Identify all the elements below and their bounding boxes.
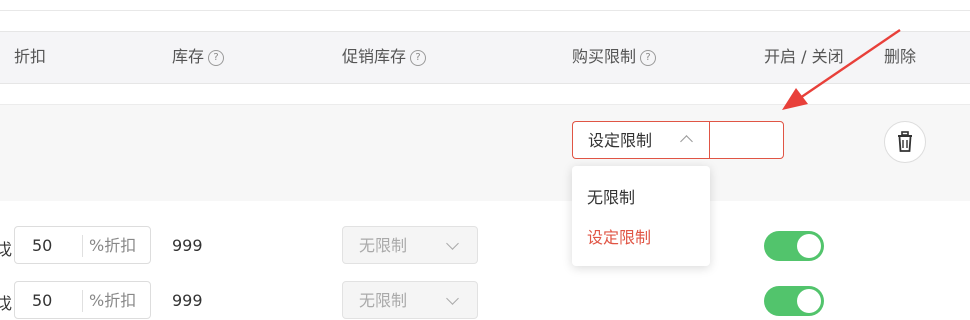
dropdown-option-set-limit[interactable]: 设定限制	[587, 224, 651, 248]
top-divider	[0, 0, 970, 11]
purchase-limit-dropdown: 无限制 设定限制	[572, 166, 710, 266]
col-stock: 库存?	[172, 31, 225, 83]
chevron-up-icon	[680, 135, 693, 148]
col-promo-stock: 促销库存?	[342, 31, 427, 83]
annotation-arrow	[782, 29, 901, 110]
row-cut-text: 戉	[0, 294, 13, 313]
col-discount: 折扣	[14, 47, 47, 66]
discount-input[interactable]: 50 %折扣	[14, 226, 151, 264]
chevron-down-icon	[446, 237, 459, 250]
col-purchase-limit: 购买限制?	[572, 31, 657, 83]
purchase-limit-input[interactable]	[709, 121, 784, 159]
stock-value: 999	[172, 236, 203, 255]
discount-input[interactable]: 50 %折扣	[14, 281, 151, 319]
chevron-down-icon	[446, 292, 459, 305]
stock-value: 999	[172, 291, 203, 310]
row-cut-text: 戉	[0, 240, 13, 259]
help-icon[interactable]: ?	[640, 49, 657, 66]
help-icon[interactable]: ?	[208, 49, 225, 66]
enable-toggle[interactable]	[764, 286, 824, 316]
enable-toggle[interactable]	[764, 231, 824, 261]
trash-icon	[898, 131, 912, 152]
purchase-limit-select-value: 设定限制	[588, 131, 653, 150]
delete-button[interactable]	[884, 121, 926, 163]
purchase-limit-select[interactable]: 设定限制	[572, 121, 709, 159]
batch-edit-row	[0, 104, 970, 201]
dropdown-option-no-limit[interactable]: 无限制	[587, 184, 635, 208]
promo-stock-select: 无限制	[342, 226, 478, 264]
help-icon[interactable]: ?	[410, 49, 427, 66]
promo-stock-select: 无限制	[342, 281, 478, 319]
